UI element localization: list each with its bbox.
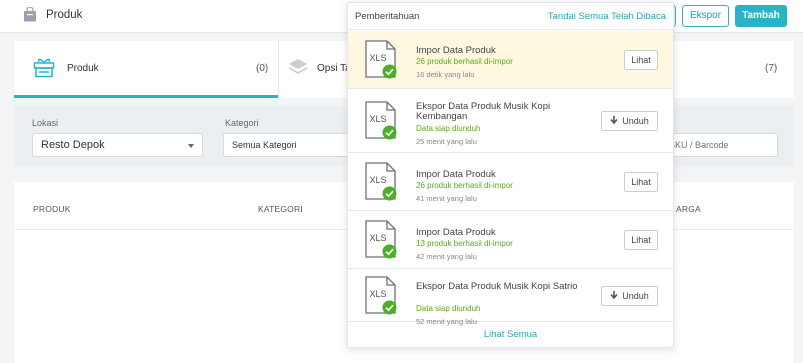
notification-title-text: Impor Data Produk: [416, 169, 496, 180]
notification-subtitle: 13 produk berhasil di-impor: [416, 239, 513, 248]
notification-item[interactable]: XLS Impor Data Produk 26 produk berhasil d…: [348, 31, 673, 89]
notification-item[interactable]: XLS Ekspor Data Produk Musik Kopi Kembang…: [348, 89, 673, 153]
notification-subtitle: 26 produk berhasil di-impor: [416, 181, 513, 190]
download-arrow-icon: [610, 113, 618, 131]
tab-label: Produk: [67, 63, 99, 74]
column-header-produk: PRODUK: [33, 204, 71, 214]
chevron-down-icon: [188, 144, 194, 148]
page-title: Produk: [46, 9, 83, 21]
notification-item[interactable]: XLS Ekspor Data Produk Musik Kopi Satrio D…: [348, 269, 673, 326]
column-header-harga: ARGA: [676, 204, 701, 214]
tab-label: Opsi Ta: [317, 63, 351, 74]
search-input[interactable]: [660, 133, 778, 157]
category-select[interactable]: Semua Kategori: [223, 133, 353, 157]
svg-text:XLS: XLS: [369, 114, 386, 124]
button-label: Lihat: [631, 235, 651, 245]
notification-subtitle: Data siap diunduh: [416, 124, 481, 133]
notification-time: 41 menit yang lalu: [416, 194, 477, 203]
download-button[interactable]: Unduh: [601, 111, 658, 131]
notification-time: 42 menit yang lalu: [416, 252, 477, 261]
svg-text:XLS: XLS: [369, 233, 386, 243]
notification-dropdown: Pemberitahuan Tandai Semua Telah Dibaca …: [347, 2, 674, 348]
button-label: Lihat: [631, 55, 651, 65]
svg-text:XLS: XLS: [369, 289, 386, 299]
notification-title-text: Ekspor Data Produk Musik Kopi Satrio: [416, 281, 578, 292]
check-circle-icon: [382, 300, 397, 315]
column-header-kategori: KATEGORI: [258, 204, 303, 214]
shopping-bag-icon: [24, 7, 36, 22]
tab-count: (0): [256, 63, 269, 74]
category-value: Semua Kategori: [232, 140, 297, 150]
location-value: Resto Depok: [41, 139, 105, 151]
notification-title: Pemberitahuan: [355, 11, 420, 22]
see-all-link[interactable]: Lihat Semua: [348, 322, 673, 348]
add-button[interactable]: Tambah: [735, 5, 787, 27]
notification-item[interactable]: XLS Impor Data Produk 13 produk berhasil d…: [348, 211, 673, 269]
check-circle-icon: [382, 186, 397, 201]
gift-box-icon: [33, 58, 55, 78]
button-label: Unduh: [622, 116, 649, 126]
location-label: Lokasi: [32, 118, 59, 128]
download-arrow-icon: [610, 288, 618, 306]
view-button[interactable]: Lihat: [624, 172, 658, 192]
notification-time: 16 detik yang lalu: [416, 70, 475, 79]
tab-count: (7): [765, 63, 778, 74]
notification-time: 25 menit yang lalu: [416, 137, 477, 146]
view-button[interactable]: Lihat: [624, 50, 658, 70]
check-circle-icon: [382, 244, 397, 259]
notification-title-text: Ekspor Data Produk Musik Kopi Kembangan: [416, 101, 551, 122]
location-select[interactable]: Resto Depok: [32, 133, 203, 157]
notification-subtitle: Data siap diunduh: [416, 304, 481, 313]
view-button[interactable]: Lihat: [624, 230, 658, 250]
button-label: Unduh: [622, 291, 649, 301]
notification-title-text: Impor Data Produk: [416, 45, 496, 56]
tab-produk[interactable]: Produk (0): [14, 41, 278, 98]
notification-header: Pemberitahuan Tandai Semua Telah Dibaca: [348, 3, 673, 30]
layers-icon: [288, 59, 308, 74]
notification-title-text: Impor Data Produk: [416, 227, 496, 238]
export-button[interactable]: Ekspor: [682, 5, 729, 27]
category-label: Kategori: [225, 118, 259, 128]
notification-subtitle: 26 produk berhasil di-impor: [416, 57, 513, 66]
download-button[interactable]: Unduh: [601, 286, 658, 306]
svg-text:XLS: XLS: [369, 175, 386, 185]
mark-all-read-link[interactable]: Tandai Semua Telah Dibaca: [548, 11, 666, 22]
svg-text:XLS: XLS: [369, 53, 386, 63]
notification-item[interactable]: XLS Impor Data Produk 26 produk berhasil d…: [348, 153, 673, 211]
check-circle-icon: [382, 64, 397, 79]
check-circle-icon: [382, 125, 397, 140]
button-label: Lihat: [631, 177, 651, 187]
